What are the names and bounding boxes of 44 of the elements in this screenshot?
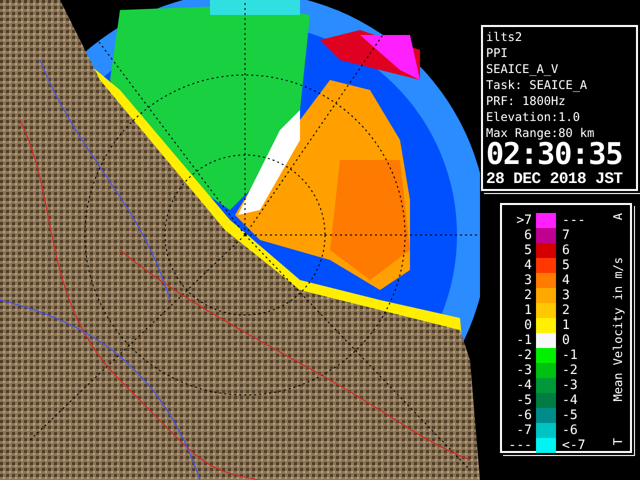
legend-label: 5 bbox=[523, 243, 532, 258]
legend-label: 4 bbox=[562, 273, 571, 288]
legend-label: 6 bbox=[523, 228, 532, 243]
legend-label: -4 bbox=[562, 393, 579, 408]
legend-label: -7 bbox=[515, 423, 532, 438]
legend-label: 3 bbox=[523, 273, 532, 288]
legend-label: 2 bbox=[562, 303, 571, 318]
info-text: Task: SEAICE_A bbox=[486, 77, 588, 93]
legend-label: -5 bbox=[515, 393, 532, 408]
legend-label: 7 bbox=[562, 228, 571, 243]
legend-label: 1 bbox=[562, 318, 571, 333]
info-text: ilts2 bbox=[486, 29, 524, 45]
time-text: 02:30:35 bbox=[486, 141, 624, 169]
legend-label: <-7 bbox=[562, 438, 586, 453]
info-text: PRF: 1800Hz bbox=[486, 93, 566, 109]
legend-label: -1 bbox=[515, 333, 532, 348]
legend-label: 2 bbox=[523, 288, 532, 303]
legend-label: 6 bbox=[562, 243, 571, 258]
legend-label: --- bbox=[562, 213, 586, 228]
legend-mark: A bbox=[611, 213, 625, 220]
info-text: Max Range:80 km bbox=[486, 125, 594, 140]
legend-label: -1 bbox=[562, 348, 579, 363]
legend-title: Mean Velocity in m/s bbox=[611, 256, 625, 402]
legend-label: 4 bbox=[523, 258, 532, 273]
legend-label: 1 bbox=[523, 303, 532, 318]
info-text: SEAICE_A_V bbox=[486, 61, 560, 77]
legend-label: -6 bbox=[515, 408, 532, 423]
legend-label: -3 bbox=[515, 363, 532, 378]
legend-mark: T bbox=[611, 438, 625, 445]
legend-label: 0 bbox=[562, 333, 571, 348]
legend-label: -5 bbox=[562, 408, 579, 423]
legend-label: 5 bbox=[562, 258, 571, 273]
legend-label: 0 bbox=[523, 318, 532, 333]
legend-label: -2 bbox=[515, 348, 532, 363]
legend-label: -2 bbox=[562, 363, 579, 378]
legend-label: -4 bbox=[515, 378, 532, 393]
legend-label: -3 bbox=[562, 378, 579, 393]
legend-label: 3 bbox=[562, 288, 571, 303]
legend-label: -6 bbox=[562, 423, 579, 438]
legend-label: >7 bbox=[515, 213, 532, 228]
date-text: 28 DEC 2018 JST bbox=[486, 169, 624, 189]
info-text: PPI bbox=[486, 45, 509, 61]
info-text: Elevation:1.0 bbox=[486, 109, 581, 125]
legend-label: --- bbox=[508, 438, 532, 453]
